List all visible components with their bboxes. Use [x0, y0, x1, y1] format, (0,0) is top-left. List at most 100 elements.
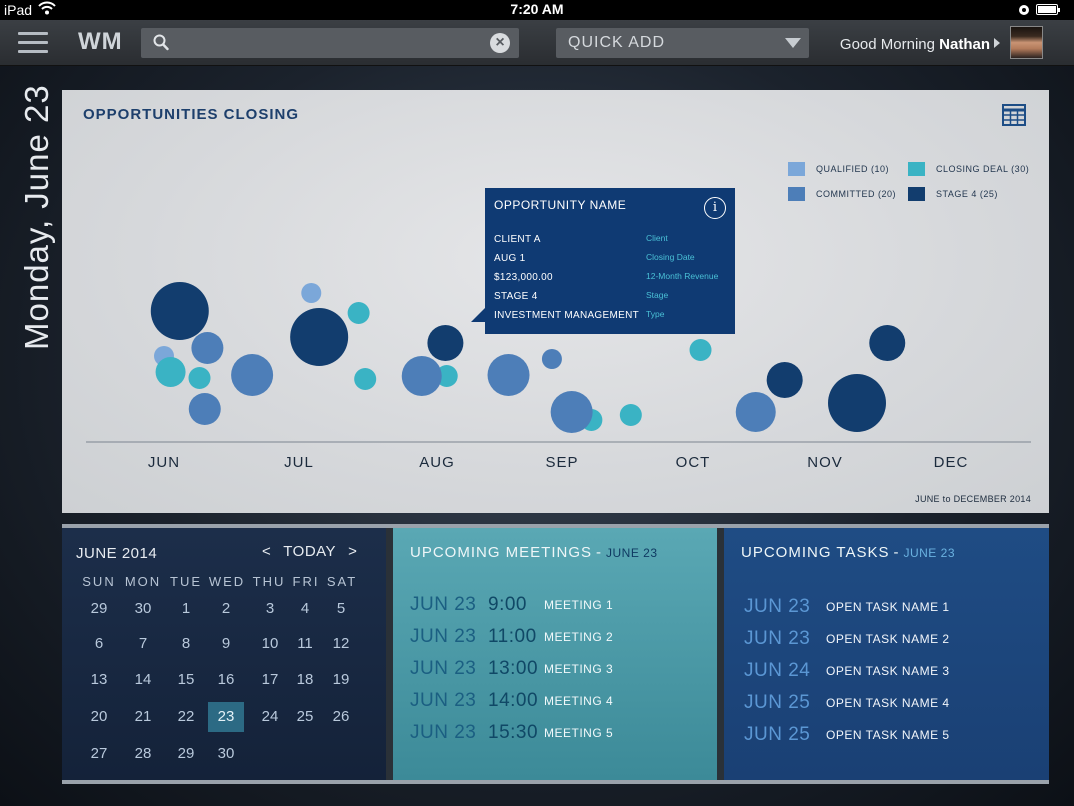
weekday-label: MON [124, 574, 162, 589]
calendar-day[interactable]: 15 [168, 665, 204, 695]
tooltip-closing-date-key: Closing Date [646, 252, 695, 262]
opportunity-bubble[interactable] [191, 332, 224, 364]
meeting-name: MEETING 2 [544, 630, 614, 644]
calendar-day[interactable]: 26 [323, 702, 359, 732]
x-tick-label: JUN [148, 454, 180, 471]
tooltip-revenue: $123,000.00 [494, 272, 553, 283]
calendar-day[interactable]: 29 [168, 739, 204, 769]
task-name: OPEN TASK NAME 3 [826, 664, 950, 678]
info-icon[interactable]: i [704, 197, 726, 219]
tooltip-stage: STAGE 4 [494, 291, 538, 302]
calendar-day[interactable]: 16 [208, 665, 244, 695]
calendar-day[interactable]: 1 [168, 594, 204, 624]
opportunity-bubble[interactable] [231, 354, 274, 396]
prev-month-button[interactable]: < [262, 543, 271, 560]
calendar-day[interactable]: 12 [323, 629, 359, 659]
x-tick-label: SEP [545, 454, 578, 471]
calendar-day[interactable]: 17 [252, 665, 288, 695]
next-month-button[interactable]: > [348, 543, 357, 560]
calendar-day[interactable]: 24 [252, 702, 288, 732]
quick-add-dropdown[interactable]: QUICK ADD [556, 28, 809, 58]
calendar-day[interactable]: 6 [81, 629, 117, 659]
opportunity-bubble[interactable] [550, 391, 593, 433]
x-tick-label: JUL [284, 454, 314, 471]
calendar-day[interactable]: 14 [125, 665, 161, 695]
calendar-day[interactable]: 21 [125, 702, 161, 732]
opportunity-bubble[interactable] [541, 349, 562, 369]
opportunity-bubble[interactable] [347, 302, 370, 324]
legend-swatch [788, 162, 805, 176]
search-input[interactable] [179, 33, 479, 53]
calendar-day[interactable]: 2 [208, 594, 244, 624]
opportunity-bubble[interactable] [828, 374, 887, 432]
calendar-day[interactable]: 27 [81, 739, 117, 769]
calendar-day[interactable]: 29 [81, 594, 117, 624]
calendar-day[interactable]: 3 [252, 594, 288, 624]
legend-swatch [908, 187, 925, 201]
opportunity-bubble[interactable] [401, 356, 442, 396]
calendar-day[interactable]: 11 [287, 629, 323, 659]
app-logo[interactable]: WM [78, 28, 123, 56]
calendar-day[interactable]: 18 [287, 665, 323, 695]
opportunity-bubble[interactable] [290, 308, 349, 366]
opportunity-bubble[interactable] [427, 325, 464, 361]
user-greeting[interactable]: Good Morning Nathan [840, 36, 1000, 53]
meeting-date: JUN 23 [410, 594, 477, 615]
opportunity-bubble[interactable] [869, 325, 906, 361]
opportunity-bubble[interactable] [487, 354, 530, 396]
calendar-day[interactable]: 22 [168, 702, 204, 732]
opportunity-bubble[interactable] [689, 339, 712, 361]
tooltip-title: OPPORTUNITY NAME [494, 198, 627, 212]
weekday-label: SAT [326, 574, 358, 589]
meeting-date: JUN 23 [410, 626, 477, 647]
calendar-day[interactable]: 19 [323, 665, 359, 695]
opportunity-bubble[interactable] [150, 282, 209, 340]
calendar-day[interactable]: 8 [168, 629, 204, 659]
clear-search-icon[interactable]: × [490, 33, 510, 53]
search-bar[interactable]: × [141, 28, 519, 58]
calendar-day[interactable]: 30 [125, 594, 161, 624]
opportunity-bubble[interactable] [301, 283, 322, 303]
meeting-time: 11:00 [488, 626, 537, 647]
calendar-day[interactable]: 10 [252, 629, 288, 659]
today-button[interactable]: TODAY [283, 543, 336, 560]
calendar-day[interactable]: 30 [208, 739, 244, 769]
tasks-title: UPCOMING TASKS - JUNE 23 [741, 544, 955, 561]
opportunity-bubble[interactable] [735, 392, 776, 432]
opportunity-bubble[interactable] [188, 393, 221, 425]
menu-icon[interactable] [18, 32, 48, 54]
calendar-day[interactable]: 28 [125, 739, 161, 769]
avatar[interactable] [1010, 26, 1043, 59]
tooltip-closing-date: AUG 1 [494, 253, 526, 264]
calendar-nav: < TODAY > [262, 543, 357, 560]
upcoming-meetings-panel: UPCOMING MEETINGS - JUNE 23 JUN 23 9:00 MEET… [393, 528, 717, 780]
calendar-day[interactable]: 7 [125, 629, 161, 659]
meeting-date: JUN 23 [410, 690, 477, 711]
opportunities-chart-card: OPPORTUNITIES CLOSING JUN JUL AUG SEP OCT NOV… [62, 90, 1049, 513]
task-name: OPEN TASK NAME 5 [826, 728, 950, 742]
opportunity-bubble[interactable] [188, 367, 211, 389]
calendar-panel: JUNE 2014 < TODAY > SUN MON TUE WED THU FRI SAT 2… [62, 528, 386, 780]
weekday-label: TUE [170, 574, 202, 589]
meetings-title-text: UPCOMING MEETINGS [410, 544, 593, 561]
meetings-date: JUNE 23 [606, 546, 658, 560]
opportunity-bubble[interactable] [155, 357, 186, 387]
meetings-title: UPCOMING MEETINGS - JUNE 23 [410, 544, 658, 561]
opportunity-bubble[interactable] [354, 368, 377, 390]
calendar-day[interactable]: 25 [287, 702, 323, 732]
weekday-label: SUN [82, 574, 116, 589]
quick-add-label: QUICK ADD [568, 34, 666, 51]
x-tick-label: DEC [934, 454, 969, 471]
calendar-day[interactable]: 13 [81, 665, 117, 695]
opportunity-bubble[interactable] [766, 362, 803, 398]
tooltip-type-key: Type [646, 309, 665, 319]
calendar-day[interactable]: 9 [208, 629, 244, 659]
legend-label: QUALIFIED (10) [816, 164, 890, 174]
calendar-day[interactable]: 4 [287, 594, 323, 624]
calendar-day[interactable]: 23 [208, 702, 244, 732]
tooltip-client-key: Client [646, 233, 668, 243]
calendar-day[interactable]: 20 [81, 702, 117, 732]
opportunity-bubble[interactable] [619, 404, 642, 426]
tooltip-revenue-key: 12-Month Revenue [646, 271, 719, 281]
calendar-day[interactable]: 5 [323, 594, 359, 624]
